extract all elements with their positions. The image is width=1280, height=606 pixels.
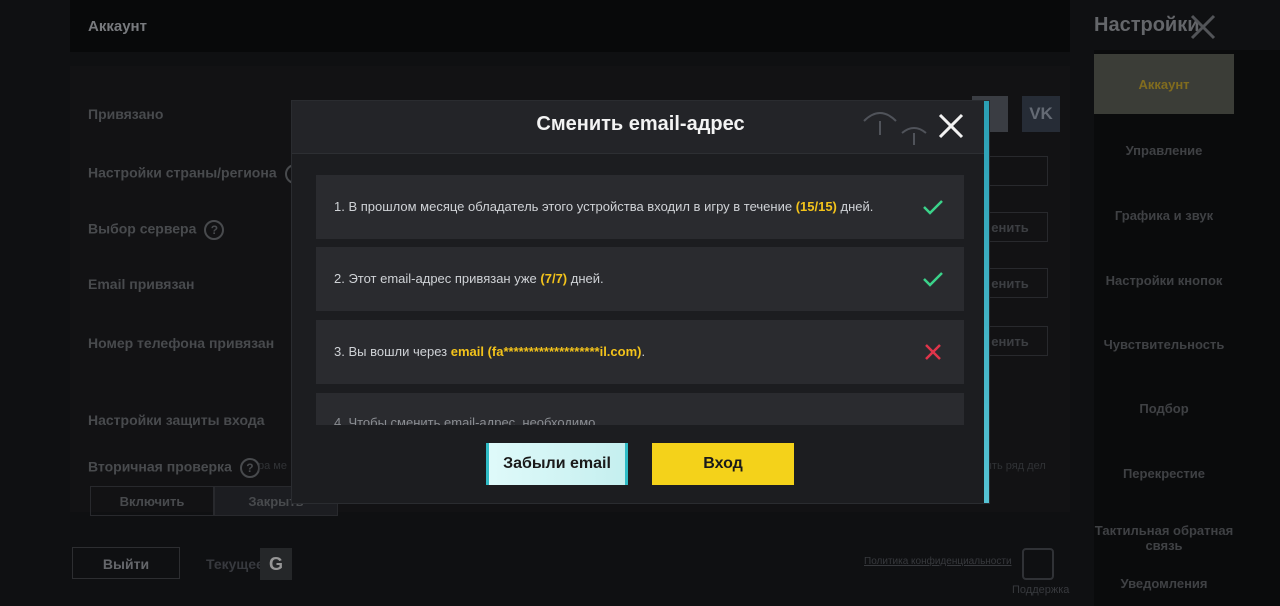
dialog-accent-strip [984,101,989,503]
condition-item: 1. В прошлом месяце обладатель этого уст… [316,175,964,239]
check-icon [923,272,943,287]
login-button[interactable]: Вход [652,443,794,485]
change-email-dialog: Сменить email-адрес 1. В прошлом месяце … [292,101,989,503]
dialog-title: Сменить email-адрес [536,113,745,135]
condition-item: 4. Чтобы сменить email-адрес, необходимо [316,393,964,425]
condition-item: 3. Вы вошли через email (fa*************… [316,320,964,384]
conditions-list[interactable]: 1. В прошлом месяце обладатель этого уст… [316,175,964,425]
check-icon [923,200,943,215]
forgot-email-button[interactable]: Забыли email [486,443,628,485]
close-icon[interactable] [936,111,966,141]
cross-icon [925,344,941,360]
condition-item: 2. Этот email-адрес привязан уже (7/7) д… [316,247,964,311]
